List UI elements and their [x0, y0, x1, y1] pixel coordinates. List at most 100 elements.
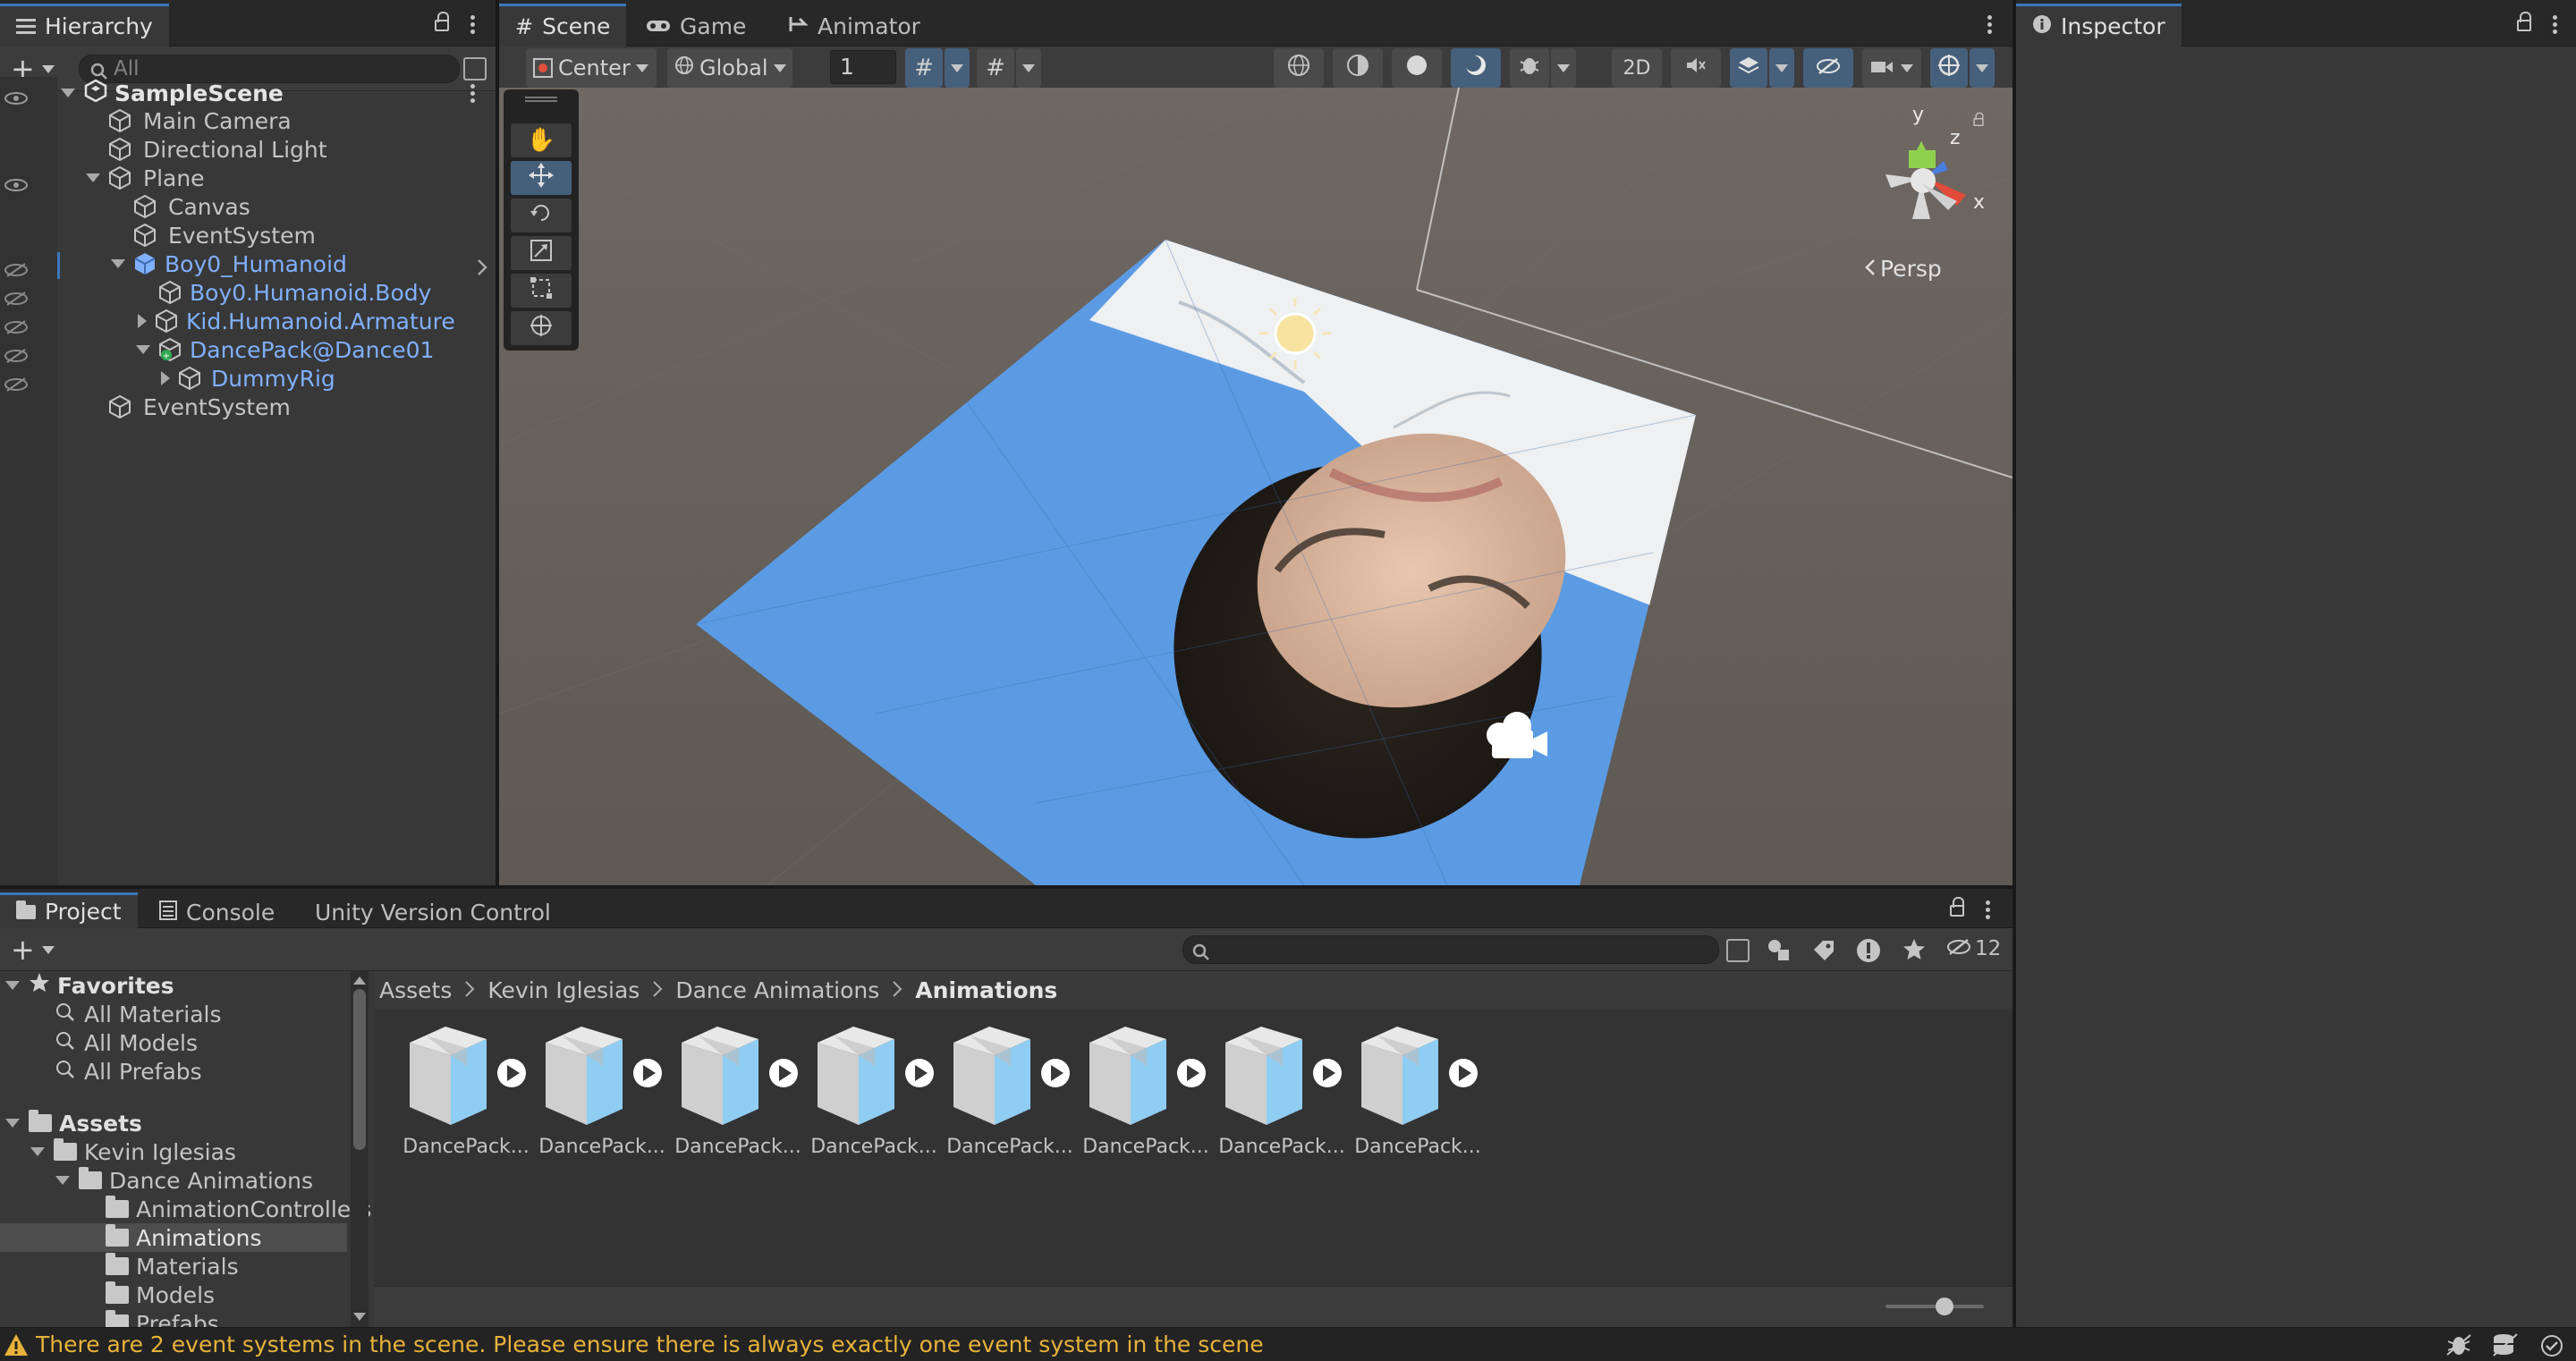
folder-item[interactable]: Models	[106, 1281, 215, 1309]
expand-arrow-icon[interactable]	[86, 173, 100, 182]
visibility-eye-icon[interactable]	[4, 172, 29, 191]
hierarchy-item[interactable]: Boy0.Humanoid.Body	[157, 278, 431, 307]
expand-arrow-icon[interactable]	[111, 259, 125, 268]
debug-mode-icon[interactable]	[2445, 1333, 2472, 1361]
asset-item[interactable]: DancePack...	[671, 1019, 805, 1171]
projection-toggle[interactable]: Persp	[1864, 256, 1942, 282]
asset-item[interactable]: DancePack...	[399, 1019, 533, 1171]
asset-item[interactable]: DancePack...	[807, 1019, 941, 1171]
create-button[interactable]: +	[11, 935, 55, 964]
breadcrumb-item[interactable]: Assets	[379, 977, 452, 1003]
tab-version-control[interactable]: Unity Version Control	[299, 894, 567, 930]
debug-options-dropdown[interactable]	[1551, 48, 1576, 88]
draw-mode-shaded-wireframe-button[interactable]	[1333, 48, 1383, 88]
gizmos-button[interactable]	[1930, 48, 1968, 88]
search-by-type-icon[interactable]	[1766, 937, 1792, 968]
search-by-label-icon[interactable]	[1812, 939, 1835, 968]
tab-hierarchy[interactable]: Hierarchy	[0, 4, 169, 46]
pivot-rotation-dropdown[interactable]: Global	[667, 48, 792, 88]
lock-icon[interactable]	[1950, 897, 1964, 917]
scroll-up-arrow-icon[interactable]	[353, 976, 366, 985]
grid-snap-input[interactable]: 1	[830, 50, 896, 84]
lock-icon[interactable]	[435, 12, 449, 31]
hierarchy-item[interactable]: Canvas	[132, 192, 250, 221]
camera-settings-button[interactable]	[1862, 48, 1921, 88]
expand-arrow-icon[interactable]	[55, 1176, 70, 1185]
hidden-packages-toggle[interactable]: 12	[1946, 935, 2001, 961]
scene-options-icon[interactable]	[470, 81, 476, 106]
breadcrumb-current[interactable]: Animations	[915, 977, 1057, 1003]
zoom-slider[interactable]	[1885, 1298, 1984, 1315]
expand-arrow-icon[interactable]	[161, 371, 170, 385]
scene-row[interactable]: SampleScene	[61, 79, 284, 107]
favorite-item[interactable]: All Prefabs	[55, 1057, 202, 1086]
assets-header[interactable]: Assets	[5, 1109, 142, 1137]
open-scene-view-icon[interactable]	[463, 57, 487, 80]
folder-tree-scrollbar[interactable]	[351, 971, 369, 1327]
gizmos-dropdown[interactable]	[1970, 48, 1995, 88]
scale-tool-button[interactable]	[511, 236, 572, 270]
asset-item[interactable]: DancePack...	[535, 1019, 669, 1171]
favorites-header[interactable]: Favorites	[5, 971, 174, 1000]
asset-item[interactable]: DancePack...	[1351, 1019, 1485, 1171]
hierarchy-item[interactable]: Main Camera	[107, 106, 292, 135]
favorite-item[interactable]: All Materials	[55, 1000, 222, 1028]
hierarchy-item[interactable]: EventSystem	[107, 393, 291, 421]
favorite-star-icon[interactable]	[1902, 937, 1927, 968]
pivot-mode-dropdown[interactable]: Center	[526, 48, 657, 88]
progress-check-icon[interactable]	[2540, 1334, 2563, 1361]
scroll-down-arrow-icon[interactable]	[353, 1313, 366, 1321]
breadcrumb-item[interactable]: Kevin Iglesias	[487, 977, 640, 1003]
expand-arrow-icon[interactable]	[61, 89, 75, 97]
folder-item[interactable]: Prefabs	[106, 1309, 219, 1327]
expand-arrow-icon[interactable]	[136, 345, 150, 354]
scene-viewport[interactable]	[499, 88, 2012, 885]
folder-item[interactable]: Materials	[106, 1252, 239, 1281]
draw-mode-wireframe-button[interactable]	[1274, 48, 1324, 88]
more-options-icon[interactable]	[1986, 898, 1991, 922]
asset-item[interactable]: DancePack...	[1079, 1019, 1213, 1171]
move-tool-button[interactable]	[511, 161, 572, 195]
expand-arrow-icon[interactable]	[5, 1119, 20, 1128]
hierarchy-item[interactable]: DummyRig	[161, 364, 335, 393]
zoom-slider-thumb[interactable]	[1936, 1298, 1953, 1315]
gizmo-lock-icon[interactable]	[1973, 112, 1984, 127]
grid-options-dropdown[interactable]	[945, 48, 970, 88]
hidden-eye-icon[interactable]	[4, 342, 29, 363]
more-options-icon[interactable]	[470, 13, 476, 37]
hidden-eye-icon[interactable]	[4, 314, 29, 334]
grid-visibility-button[interactable]: #	[905, 48, 943, 88]
hidden-eye-icon[interactable]	[4, 285, 29, 306]
hidden-eye-icon[interactable]	[4, 257, 29, 277]
hierarchy-item[interactable]: EventSystem	[132, 221, 316, 249]
asset-item[interactable]: DancePack...	[1215, 1019, 1349, 1171]
debug-draw-button[interactable]	[1510, 48, 1549, 88]
tab-inspector[interactable]: Inspector	[2016, 4, 2182, 46]
hidden-eye-icon[interactable]	[4, 371, 29, 392]
tab-scene[interactable]: # Scene	[499, 4, 627, 46]
more-options-icon[interactable]	[1987, 13, 1993, 37]
draw-mode-unlit-button[interactable]	[1392, 48, 1442, 88]
expand-arrow-icon[interactable]	[5, 981, 20, 990]
lock-icon[interactable]	[2517, 12, 2531, 31]
transform-tool-button[interactable]	[511, 311, 572, 345]
status-message[interactable]: There are 2 event systems in the scene. …	[36, 1331, 1264, 1357]
rect-tool-button[interactable]	[511, 274, 572, 308]
favorite-item[interactable]: All Models	[55, 1028, 198, 1057]
audio-toggle-button[interactable]	[1671, 48, 1721, 88]
project-search-input[interactable]	[1182, 935, 1719, 964]
toggle-2d-button[interactable]: 2D	[1612, 48, 1662, 88]
folder-item-selected[interactable]: Animations	[106, 1223, 261, 1252]
scene-visibility-button[interactable]	[1803, 48, 1853, 88]
effects-button[interactable]	[1730, 48, 1767, 88]
tool-palette-handle[interactable]	[525, 97, 557, 102]
folder-item[interactable]: Kevin Iglesias	[30, 1137, 236, 1166]
orientation-gizmo[interactable]: y z x	[1859, 98, 1993, 241]
rotate-tool-button[interactable]	[511, 199, 572, 232]
tab-console[interactable]: Console	[143, 894, 291, 930]
expand-arrow-icon[interactable]	[138, 314, 147, 328]
hierarchy-item[interactable]: Plane	[86, 164, 205, 192]
tab-game[interactable]: Game	[630, 5, 762, 46]
chevron-right-icon[interactable]	[476, 256, 488, 282]
hierarchy-item-selected[interactable]: Boy0_Humanoid	[111, 249, 347, 278]
